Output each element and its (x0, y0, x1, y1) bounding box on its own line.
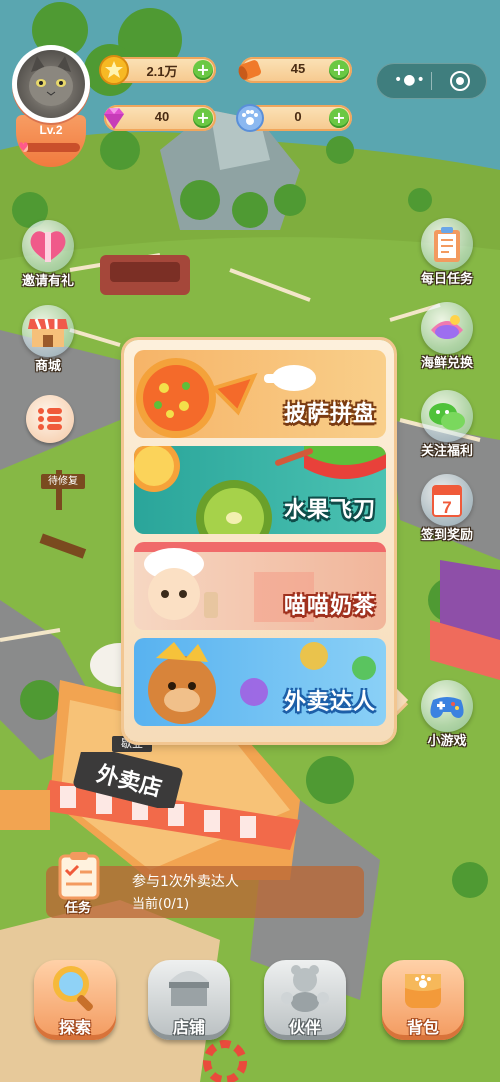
level-text: Lv.2 (39, 123, 63, 137)
mini-game-label: 小游戏 (427, 734, 467, 749)
checkin-reward-button[interactable]: 7 签到奖励 (415, 474, 479, 543)
task-label: 任务 (64, 901, 91, 916)
delivery-shop-sign: 外卖店 (73, 752, 183, 808)
gem-icon (104, 108, 124, 129)
magnifier-icon (53, 966, 93, 1011)
shop-icon (28, 318, 68, 347)
nav-store-label: 店铺 (172, 1018, 205, 1037)
xp-bar (22, 143, 80, 152)
avatar (17, 50, 85, 118)
checkin-reward-label: 签到奖励 (420, 528, 473, 543)
paw-coin-value: 0 (294, 109, 302, 124)
follow-benefit-button[interactable]: 关注福利 (415, 390, 479, 459)
nav-backpack[interactable]: 背包 (382, 960, 464, 1046)
game-title-fruit-knife: 水果飞刀 (283, 498, 376, 523)
miniprogram-capsule: •●• (376, 63, 487, 99)
nav-store[interactable]: 店铺 (148, 960, 230, 1046)
game-card-fruit-knife[interactable]: 水果飞刀 (134, 446, 386, 534)
daily-task-label: 每日任务 (420, 272, 473, 287)
shop-mall-label: 商城 (34, 359, 61, 374)
add-paw-coin-button[interactable]: + (329, 108, 349, 128)
seafood-exchange-button[interactable]: 海鲜兑换 (415, 302, 479, 371)
clipboard-icon (434, 227, 460, 262)
scroll-value: 45 (290, 61, 306, 76)
daily-task-button[interactable]: 每日任务 (415, 218, 479, 287)
game-title-delivery: 外卖达人 (283, 690, 376, 715)
seafood-exchange-label: 海鲜兑换 (420, 356, 473, 371)
mini-game-button[interactable]: 小游戏 (415, 680, 479, 749)
seafood-icon (431, 315, 463, 339)
more-dots-icon[interactable]: •●• (394, 72, 426, 88)
game-card-delivery[interactable]: 外卖达人 (134, 638, 386, 726)
nav-explore[interactable]: 探索 (34, 960, 116, 1046)
repair-sign: 待修复 (41, 474, 85, 489)
task-progress: 当前(0/1) (132, 897, 190, 912)
gem-counter: 40 + (104, 105, 216, 131)
nav-backpack-label: 背包 (406, 1018, 439, 1037)
gold-value: 2.1万 (146, 64, 178, 79)
calendar-icon: 7 (432, 485, 462, 517)
game-card-milk-tea[interactable]: 喵喵奶茶 (134, 542, 386, 630)
close-circle-icon[interactable] (450, 71, 470, 91)
wechat-icon (429, 403, 465, 430)
scroll-counter: 45 + (238, 57, 352, 83)
nav-partner[interactable]: 伙伴 (264, 960, 346, 1046)
gem-value: 40 (154, 109, 170, 124)
shop-mall-button[interactable]: 商城 (16, 305, 80, 374)
follow-benefit-label: 关注福利 (420, 444, 473, 459)
invite-gift-label: 邀请有礼 (21, 274, 74, 289)
add-gold-button[interactable]: + (193, 60, 213, 80)
gold-coin-icon (99, 55, 129, 85)
add-scroll-button[interactable]: + (329, 60, 349, 80)
player-avatar[interactable]: Lv.2 ♥ (12, 45, 92, 177)
gold-counter: 2.1万 + (99, 55, 216, 85)
invite-gift-button[interactable]: 邀请有礼 (16, 220, 80, 289)
add-gem-button[interactable]: + (193, 108, 213, 128)
nav-partner-label: 伙伴 (288, 1018, 321, 1037)
game-card-pizza[interactable]: 披萨拼盘 (134, 350, 386, 438)
scroll-icon (238, 60, 262, 80)
mini-game-menu: 披萨拼盘 水果飞刀 喵喵奶茶 外卖达人 (124, 340, 394, 742)
game-title-pizza: 披萨拼盘 (283, 402, 376, 427)
paw-coin-icon (236, 104, 264, 132)
calendar-day: 7 (442, 498, 451, 517)
game-title-milk-tea: 喵喵奶茶 (283, 594, 376, 619)
capsule-divider (431, 72, 432, 90)
partner-icon (281, 965, 329, 1012)
menu-list-button[interactable] (26, 395, 74, 443)
nav-explore-label: 探索 (58, 1018, 91, 1037)
paw-coin-counter: 0 + (236, 104, 352, 132)
task-description: 参与1次外卖达人 (132, 874, 239, 890)
heart-icon: ♥ (18, 140, 29, 154)
gamepad-icon (430, 697, 464, 718)
gift-heart-icon (30, 231, 66, 262)
store-icon (169, 971, 209, 1006)
list-icon (38, 408, 62, 430)
backpack-icon (405, 974, 441, 1008)
